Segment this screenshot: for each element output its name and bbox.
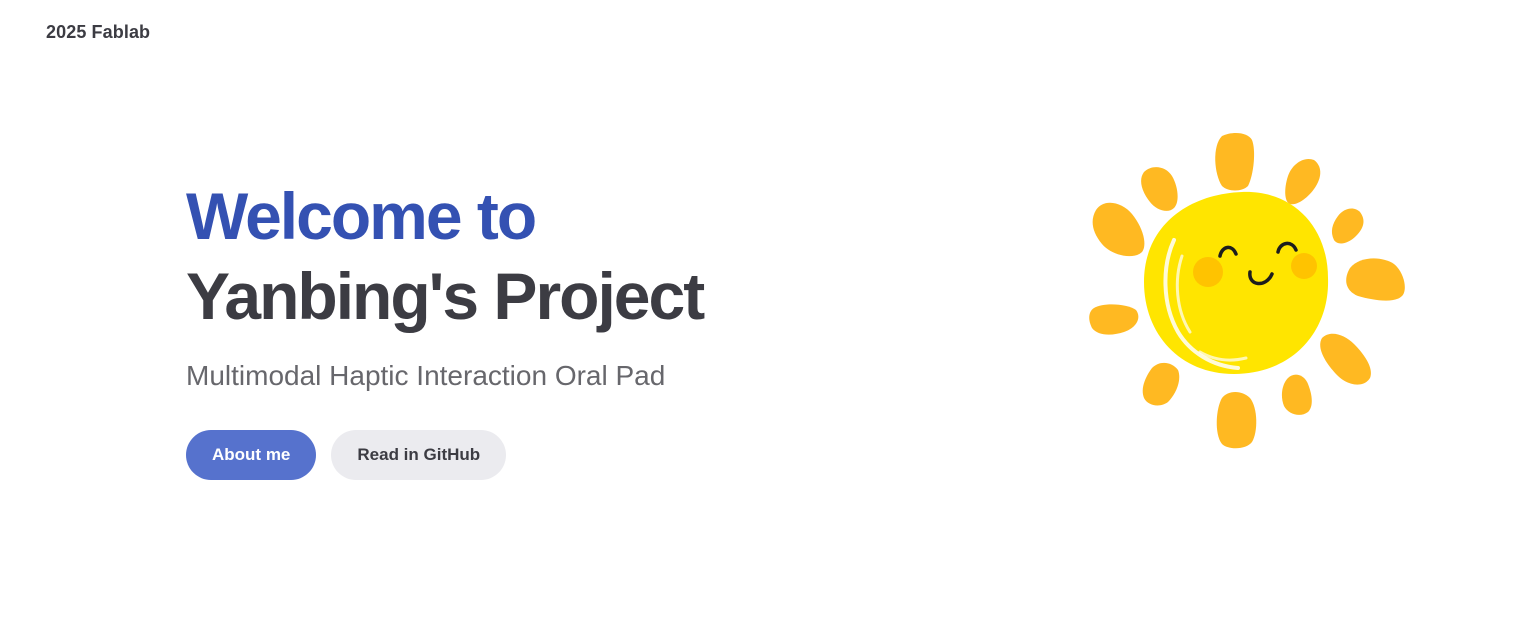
left-cheek <box>1193 257 1223 287</box>
sun-body <box>1144 191 1329 374</box>
sun-ray-right-lower <box>1320 333 1371 385</box>
about-me-button[interactable]: About me <box>186 430 317 480</box>
sun-ray-left-upper <box>1092 202 1145 257</box>
sun-ray-top <box>1215 132 1255 191</box>
smiling-sun-icon <box>1082 128 1412 458</box>
sun-ray-top-right <box>1285 158 1321 205</box>
right-cheek <box>1291 253 1317 279</box>
hero-text: Welcome to Yanbing's Project Multimodal … <box>186 176 826 480</box>
sun-ray-top-right-small <box>1331 208 1364 244</box>
sun-ray-top-left <box>1141 167 1178 211</box>
sun-ray-bottom-left <box>1142 362 1180 406</box>
page: 2025 Fablab Welcome to Yanbing's Project… <box>0 0 1522 625</box>
read-in-github-button[interactable]: Read in GitHub <box>331 430 507 480</box>
hero-main-text: Yanbing's Project <box>186 259 705 333</box>
sun-ray-bottom <box>1216 392 1257 449</box>
sun-illustration <box>1089 132 1405 449</box>
hero-heading: Welcome to Yanbing's Project <box>186 176 826 336</box>
site-title-link[interactable]: 2025 Fablab <box>46 22 150 43</box>
hero-actions: About me Read in GitHub <box>186 430 826 480</box>
sun-ray-bottom-right <box>1281 374 1312 415</box>
hero-name: Welcome to <box>186 179 537 253</box>
sun-ray-right <box>1346 258 1405 301</box>
sun-ray-left-lower <box>1089 304 1139 335</box>
hero-tagline: Multimodal Haptic Interaction Oral Pad <box>186 360 666 391</box>
